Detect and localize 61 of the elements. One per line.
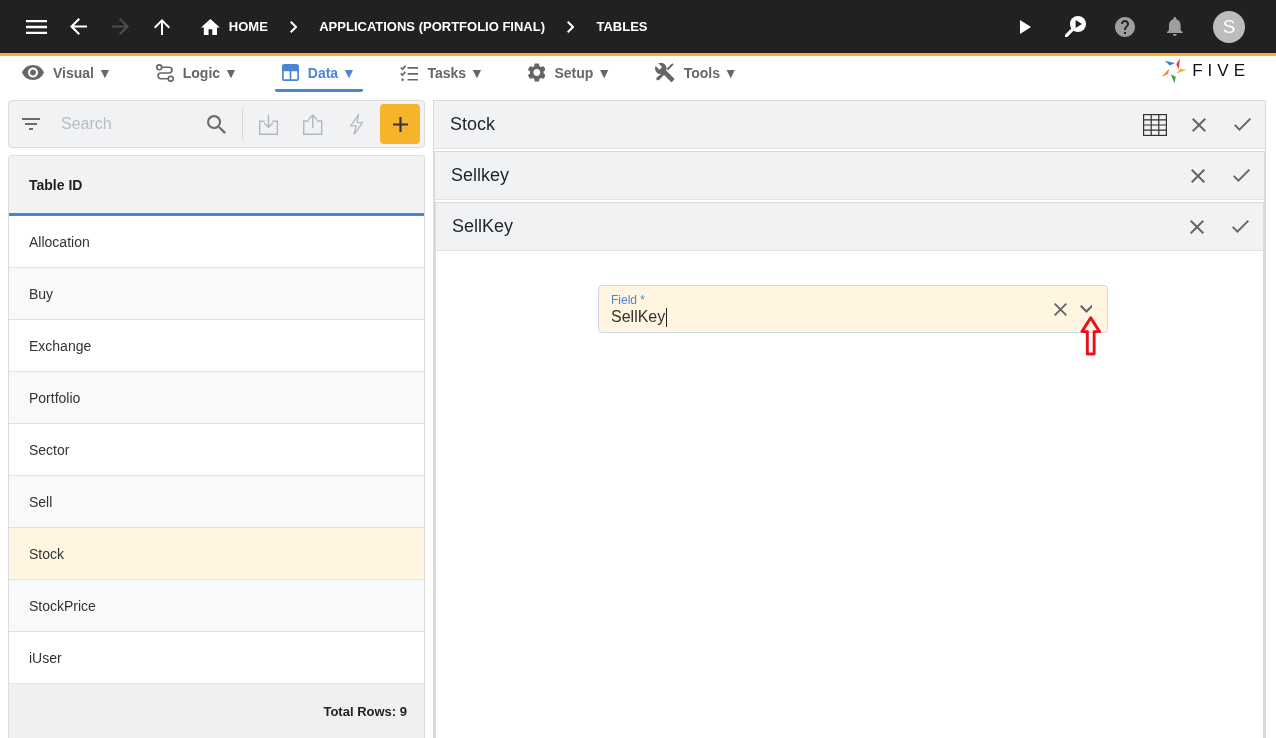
lookup-field[interactable]: Field * SellKey	[598, 285, 1108, 333]
form-title: Stock	[450, 114, 496, 135]
forward-arrow-icon	[111, 18, 129, 35]
field-value: SellKey	[611, 307, 666, 327]
export-icon	[303, 113, 323, 135]
annotation-arrow-icon	[1079, 316, 1101, 356]
check-icon	[1233, 169, 1251, 182]
help-icon	[1115, 16, 1135, 37]
add-button[interactable]	[380, 104, 420, 144]
breadcrumb-link[interactable]: HOME	[201, 18, 268, 35]
table-row[interactable]: Buy	[9, 268, 424, 320]
close-icon	[1190, 219, 1204, 234]
close-icon	[1191, 168, 1205, 183]
eye-icon	[22, 65, 44, 80]
back-arrow-icon	[69, 18, 87, 35]
column-header: Table ID	[29, 176, 83, 193]
checklist-icon	[399, 64, 419, 81]
search-play-icon	[1064, 16, 1086, 37]
table-row[interactable]: Stock	[9, 528, 424, 580]
filter-icon	[22, 118, 40, 130]
chevron-right-icon	[567, 20, 575, 33]
home-icon	[201, 18, 220, 35]
logo-icon	[1161, 58, 1188, 84]
close-icon	[1192, 117, 1206, 132]
menu-tab[interactable]: Data ▼	[274, 56, 363, 92]
search-bar[interactable]: Search	[8, 100, 425, 148]
table-row[interactable]: Sell	[9, 476, 424, 528]
close-icon	[1053, 302, 1067, 316]
up-arrow-icon	[154, 18, 170, 35]
chevron-right-icon	[289, 20, 298, 33]
row-count: Total Rows: 9	[323, 703, 407, 719]
grid-icon	[1143, 113, 1167, 136]
gear-icon	[527, 63, 546, 82]
menu-tab[interactable]: Setup ▼	[520, 56, 619, 92]
search-icon	[206, 114, 226, 134]
menu-tab[interactable]: Logic ▼	[148, 56, 245, 92]
breadcrumb-link[interactable]: TABLES	[596, 19, 648, 34]
wrench-screwdriver-icon	[655, 63, 675, 82]
menu-tab[interactable]: Tools ▼	[648, 56, 745, 92]
menu-tab[interactable]: Visual ▼	[15, 56, 119, 92]
bell-icon	[1167, 17, 1183, 36]
logo-text: FIVE	[1192, 61, 1250, 81]
plus-icon	[392, 116, 408, 132]
flow-icon	[155, 63, 174, 82]
table-icon	[281, 64, 299, 81]
table-row[interactable]: StockPrice	[9, 580, 424, 632]
import-icon	[259, 113, 279, 135]
field-label: Field *	[611, 293, 645, 307]
check-icon	[1234, 118, 1252, 131]
text-cursor	[666, 307, 668, 327]
table-row[interactable]: Portfolio	[9, 372, 424, 424]
menu-tab[interactable]: Tasks ▼	[392, 56, 491, 92]
lightning-icon	[350, 113, 364, 135]
form-title: SellKey	[452, 216, 514, 237]
check-icon	[1232, 220, 1250, 233]
form-title: Sellkey	[451, 165, 510, 186]
breadcrumb-link[interactable]: APPLICATIONS (PORTFOLIO FINAL)	[319, 19, 546, 34]
chevron-down-icon	[1079, 305, 1093, 313]
menu-icon	[25, 19, 47, 34]
play-icon	[1019, 19, 1031, 34]
search-field[interactable]: Search	[49, 106, 198, 142]
